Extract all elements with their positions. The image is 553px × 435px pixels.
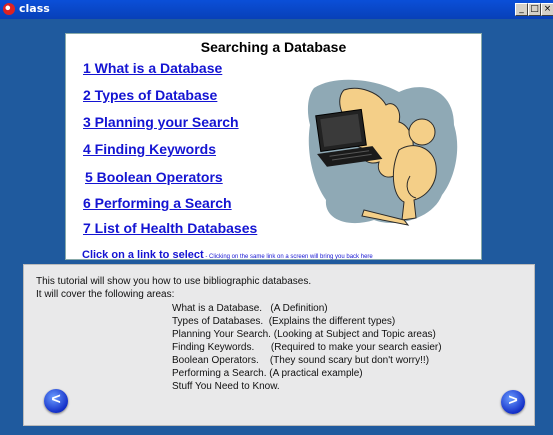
maximize-button[interactable]: □ bbox=[528, 3, 541, 16]
link-finding-keywords[interactable]: 4 Finding Keywords bbox=[83, 141, 216, 157]
link-what-is-database[interactable]: 1 What is a Database bbox=[83, 60, 222, 76]
next-button[interactable]: > bbox=[501, 390, 525, 414]
area-item: Stuff You Need to Know. bbox=[172, 381, 280, 392]
app-icon bbox=[3, 3, 15, 15]
person-at-computer-illustration bbox=[307, 79, 458, 226]
link-performing-search[interactable]: 6 Performing a Search bbox=[83, 195, 232, 211]
area-item: Performing a Search. (A practical exampl… bbox=[172, 368, 363, 379]
close-button[interactable]: × bbox=[541, 3, 553, 16]
link-planning-search[interactable]: 3 Planning your Search bbox=[83, 114, 239, 130]
minimize-button[interactable]: _ bbox=[515, 3, 528, 16]
hint-sub: - Clicking on the same link on a screen … bbox=[203, 254, 373, 260]
intro-line-1: This tutorial will show you how to use b… bbox=[36, 276, 312, 287]
intro-line-2: It will cover the following areas: bbox=[36, 289, 175, 300]
area-item: Types of Databases. (Explains the differ… bbox=[172, 316, 396, 327]
area-item: Finding Keywords. (Required to make your… bbox=[172, 342, 442, 353]
area-item: Boolean Operators. (They sound scary but… bbox=[172, 355, 430, 366]
hint-main: Click on a link to select bbox=[82, 249, 204, 261]
title-bar: class _ □ × bbox=[0, 0, 553, 19]
intro-panel: This tutorial will show you how to use b… bbox=[23, 264, 535, 426]
select-hint: Click on a link to select - Clicking on … bbox=[82, 245, 373, 263]
area-item: What is a Database. (A Definition) bbox=[172, 303, 328, 314]
menu-title: Searching a Database bbox=[200, 39, 347, 55]
menu-panel: Searching a Database 1 What is a Databas… bbox=[65, 33, 482, 263]
previous-button[interactable]: < bbox=[44, 389, 68, 413]
link-health-databases[interactable]: 7 List of Health Databases bbox=[83, 220, 257, 236]
link-boolean-operators[interactable]: 5 Boolean Operators bbox=[85, 169, 223, 185]
area-item: Planning Your Search. (Looking at Subjec… bbox=[172, 329, 436, 340]
link-types-of-database[interactable]: 2 Types of Database bbox=[83, 87, 217, 103]
window-title: class bbox=[19, 2, 50, 15]
